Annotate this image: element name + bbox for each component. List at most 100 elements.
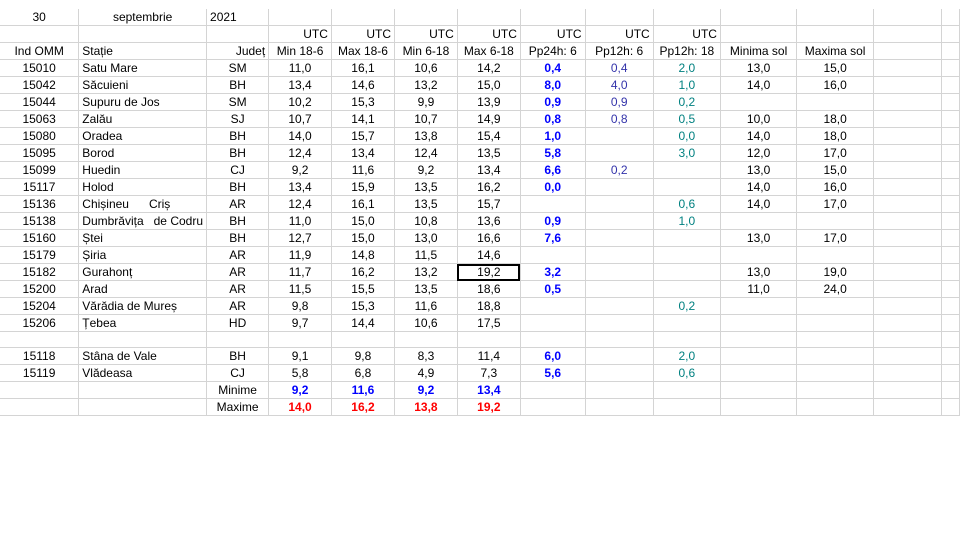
cell-max186[interactable]: 15,5 — [331, 280, 396, 298]
cell-min618[interactable]: 10,7 — [394, 110, 458, 128]
cell-pp24[interactable]: 7,6 — [520, 229, 586, 247]
cell-maxsol[interactable]: 15,0 — [796, 161, 874, 179]
cell-maxsol[interactable]: 17,0 — [796, 195, 874, 213]
cell[interactable] — [873, 297, 942, 315]
cell-judet[interactable]: BH — [206, 229, 270, 247]
cell-pp12a[interactable] — [585, 331, 654, 348]
cell[interactable] — [941, 246, 960, 264]
summary-min-label[interactable]: Minime — [206, 381, 270, 399]
cell-pp12a[interactable]: 0,2 — [585, 161, 654, 179]
cell-min186[interactable]: 9,2 — [268, 161, 332, 179]
cell-minsol[interactable]: 13,0 — [720, 161, 798, 179]
cell-pp12b[interactable]: 1,0 — [653, 212, 721, 230]
cell-max186[interactable]: 15,3 — [331, 93, 396, 111]
cell[interactable] — [873, 381, 942, 399]
cell-statie[interactable] — [78, 331, 208, 348]
cell-pp12b[interactable] — [653, 280, 721, 298]
cell-max618[interactable]: 14,9 — [457, 110, 521, 128]
cell[interactable] — [520, 9, 586, 26]
cell-ind[interactable]: 15044 — [0, 93, 80, 111]
cell-max618[interactable]: 15,0 — [457, 76, 521, 94]
cell-max618[interactable]: 17,5 — [457, 314, 521, 332]
cell-max618[interactable] — [457, 331, 521, 348]
cell[interactable] — [457, 9, 521, 26]
cell-maxsol[interactable]: 24,0 — [796, 280, 874, 298]
cell-statie[interactable]: Vărădia de Mureș — [78, 297, 208, 315]
cell-statie[interactable]: Holod — [78, 178, 208, 196]
cell-pp12a[interactable] — [585, 127, 654, 145]
cell[interactable] — [941, 59, 960, 77]
cell-max618[interactable]: 13,6 — [457, 212, 521, 230]
cell-pp12b[interactable] — [653, 314, 721, 332]
cell-ind[interactable]: 15160 — [0, 229, 80, 247]
cell-pp24[interactable] — [520, 246, 586, 264]
cell[interactable] — [873, 314, 942, 332]
cell-min618[interactable]: 13,8 — [394, 127, 458, 145]
cell[interactable] — [720, 9, 798, 26]
header-statie[interactable]: Stație — [78, 42, 208, 60]
cell-max618[interactable]: 14,6 — [457, 246, 521, 264]
cell-min618[interactable]: 12,4 — [394, 144, 458, 162]
cell[interactable] — [941, 364, 960, 382]
cell-ind[interactable]: 15182 — [0, 263, 80, 281]
cell-pp12a[interactable] — [585, 314, 654, 332]
cell-max186[interactable]: 11,6 — [331, 161, 396, 179]
cell-min186[interactable]: 9,8 — [268, 297, 332, 315]
summary-min-value[interactable]: 9,2 — [394, 381, 458, 399]
cell-min618[interactable]: 9,9 — [394, 93, 458, 111]
cell-pp12b[interactable]: 2,0 — [653, 347, 721, 365]
cell-minsol[interactable] — [720, 364, 798, 382]
cell-minsol[interactable]: 14,0 — [720, 195, 798, 213]
cell-min618[interactable]: 13,5 — [394, 178, 458, 196]
cell-ind[interactable]: 15099 — [0, 161, 80, 179]
cell[interactable] — [78, 381, 208, 399]
cell-pp24[interactable]: 0,0 — [520, 178, 586, 196]
cell-min618[interactable]: 4,9 — [394, 364, 458, 382]
cell-max186[interactable]: 15,9 — [331, 178, 396, 196]
cell[interactable] — [941, 195, 960, 213]
cell-minsol[interactable]: 14,0 — [720, 76, 798, 94]
cell-pp24[interactable]: 6,0 — [520, 347, 586, 365]
cell-statie[interactable]: Oradea — [78, 127, 208, 145]
cell-pp12b[interactable]: 0,2 — [653, 93, 721, 111]
cell-maxsol[interactable]: 18,0 — [796, 110, 874, 128]
cell-pp12b[interactable]: 1,0 — [653, 76, 721, 94]
cell-minsol[interactable] — [720, 331, 798, 348]
cell-maxsol[interactable]: 15,0 — [796, 59, 874, 77]
summary-max-value[interactable]: 13,8 — [394, 398, 458, 416]
cell-statie[interactable]: Șiria — [78, 246, 208, 264]
cell-statie[interactable]: Arad — [78, 280, 208, 298]
cell-minsol[interactable]: 13,0 — [720, 229, 798, 247]
cell-judet[interactable]: BH — [206, 178, 270, 196]
cell-pp12a[interactable] — [585, 364, 654, 382]
cell[interactable] — [206, 25, 270, 43]
cell[interactable] — [873, 246, 942, 264]
cell-ind[interactable]: 15010 — [0, 59, 80, 77]
cell-pp12b[interactable]: 0,6 — [653, 195, 721, 213]
cell[interactable] — [941, 212, 960, 230]
cell[interactable] — [796, 381, 874, 399]
cell-max618[interactable]: 13,9 — [457, 93, 521, 111]
cell-statie[interactable]: Satu Mare — [78, 59, 208, 77]
cell[interactable] — [653, 9, 721, 26]
cell[interactable] — [873, 127, 942, 145]
cell-max186[interactable]: 6,8 — [331, 364, 396, 382]
cell-max618[interactable]: 18,6 — [457, 280, 521, 298]
cell-maxsol[interactable] — [796, 93, 874, 111]
cell-pp12b[interactable]: 2,0 — [653, 59, 721, 77]
cell-max186[interactable]: 14,6 — [331, 76, 396, 94]
cell-minsol[interactable] — [720, 212, 798, 230]
cell-pp24[interactable]: 1,0 — [520, 127, 586, 145]
cell[interactable] — [941, 314, 960, 332]
cell-max186[interactable]: 16,2 — [331, 263, 396, 281]
cell[interactable] — [520, 398, 586, 416]
cell-pp12a[interactable] — [585, 212, 654, 230]
cell-max186[interactable]: 14,1 — [331, 110, 396, 128]
cell-judet[interactable]: BH — [206, 144, 270, 162]
cell-maxsol[interactable] — [796, 314, 874, 332]
cell-pp12a[interactable] — [585, 195, 654, 213]
summary-max-value[interactable]: 14,0 — [268, 398, 332, 416]
date-day-cell[interactable]: 30 — [0, 9, 80, 26]
cell-min618[interactable] — [394, 331, 458, 348]
cell-min618[interactable]: 10,6 — [394, 314, 458, 332]
